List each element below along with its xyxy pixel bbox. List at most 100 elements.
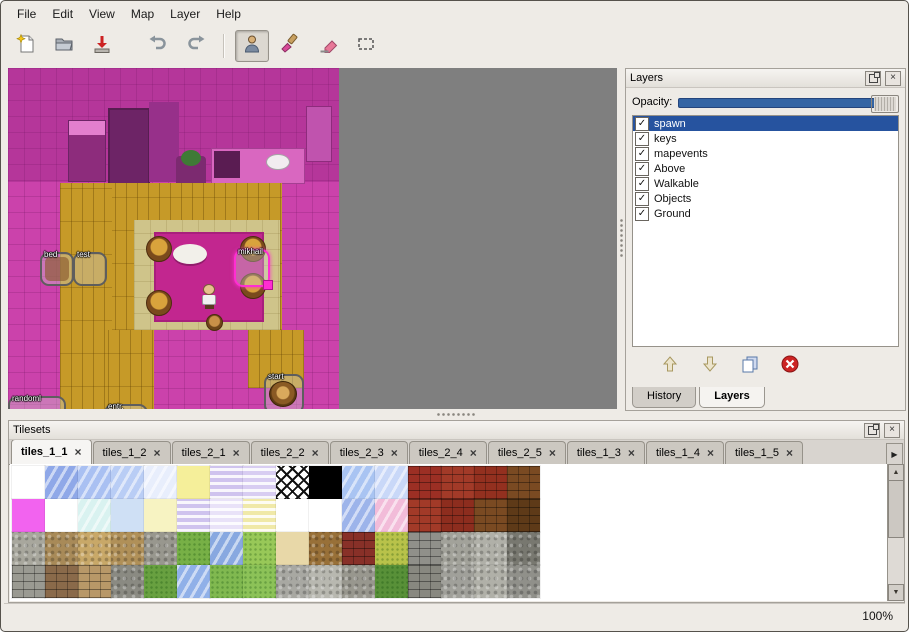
tileset-tile[interactable] — [177, 499, 210, 532]
splitter-grip[interactable] — [436, 412, 476, 417]
duplicate-layer-button[interactable] — [736, 352, 764, 380]
tileset-tile[interactable] — [408, 466, 441, 499]
close-panel-button[interactable]: × — [884, 423, 900, 438]
tileset-tile[interactable] — [474, 499, 507, 532]
tileset-tile[interactable] — [441, 466, 474, 499]
scrollbar-thumb[interactable] — [888, 480, 904, 538]
tileset-tile[interactable] — [375, 565, 408, 598]
scroll-up-button[interactable]: ▲ — [888, 464, 904, 481]
scroll-down-button[interactable]: ▼ — [888, 584, 904, 601]
tileset-tile[interactable] — [177, 565, 210, 598]
eraser-tool-button[interactable] — [311, 30, 345, 62]
tileset-tile[interactable] — [45, 532, 78, 565]
tab-scroll-right-button[interactable]: ▶ — [886, 443, 903, 465]
tileset-tab-tiles_1_4[interactable]: tiles_1_4× — [646, 441, 724, 464]
tileset-tile[interactable] — [243, 466, 276, 499]
tileset-tab-tiles_2_2[interactable]: tiles_2_2× — [251, 441, 329, 464]
tab-close-icon[interactable]: × — [628, 447, 635, 459]
tileset-tile[interactable] — [441, 499, 474, 532]
tileset-tab-tiles_2_4[interactable]: tiles_2_4× — [409, 441, 487, 464]
tileset-tile[interactable] — [375, 499, 408, 532]
tileset-tile[interactable] — [243, 499, 276, 532]
tileset-tile[interactable] — [507, 532, 540, 565]
tileset-tile[interactable] — [309, 499, 342, 532]
tileset-tile[interactable] — [474, 565, 507, 598]
layer-list[interactable]: ✓spawn✓keys✓mapevents✓Above✓Walkable✓Obj… — [632, 115, 899, 347]
tileset-tile[interactable] — [12, 565, 45, 598]
tileset-tile[interactable] — [309, 565, 342, 598]
map-object-test[interactable]: test — [73, 252, 107, 286]
layer-visibility-checkbox[interactable]: ✓ — [635, 132, 649, 146]
tileset-tile[interactable] — [78, 532, 111, 565]
tab-close-icon[interactable]: × — [470, 447, 477, 459]
map-canvas[interactable]: bed test mikhail start entr. randoml — [8, 68, 617, 409]
tileset-tile[interactable] — [342, 466, 375, 499]
layer-row[interactable]: ✓mapevents — [633, 146, 898, 161]
brush-tool-button[interactable] — [273, 30, 307, 62]
tileset-tile[interactable] — [276, 532, 309, 565]
opacity-slider-track[interactable] — [678, 98, 875, 108]
tab-history[interactable]: History — [632, 387, 696, 408]
tileset-tile[interactable] — [441, 565, 474, 598]
undo-button[interactable] — [141, 30, 175, 62]
float-panel-button[interactable] — [864, 423, 880, 438]
tileset-view[interactable] — [10, 464, 903, 601]
tileset-tile[interactable] — [45, 499, 78, 532]
tileset-tile[interactable] — [408, 499, 441, 532]
tileset-tile[interactable] — [111, 565, 144, 598]
menu-item-layer[interactable]: Layer — [162, 4, 208, 24]
select-tool-button[interactable] — [349, 30, 383, 62]
map-object-mikhail[interactable]: mikhail — [234, 249, 270, 287]
raise-layer-button[interactable] — [656, 352, 684, 380]
tileset-tile[interactable] — [144, 499, 177, 532]
tileset-tab-tiles_2_1[interactable]: tiles_2_1× — [172, 441, 250, 464]
tileset-tab-tiles_1_3[interactable]: tiles_1_3× — [567, 441, 645, 464]
tileset-tile[interactable] — [78, 565, 111, 598]
layer-visibility-checkbox[interactable]: ✓ — [635, 207, 649, 221]
map-object-start[interactable]: start — [264, 374, 304, 409]
tab-close-icon[interactable]: × — [549, 447, 556, 459]
tileset-tab-tiles_1_1[interactable]: tiles_1_1× — [11, 440, 92, 464]
tileset-tile[interactable] — [276, 565, 309, 598]
tab-close-icon[interactable]: × — [74, 446, 81, 458]
menu-item-file[interactable]: File — [9, 4, 44, 24]
tileset-tile[interactable] — [210, 532, 243, 565]
tileset-tile[interactable] — [342, 499, 375, 532]
menu-item-help[interactable]: Help — [208, 4, 249, 24]
tileset-tile[interactable] — [144, 565, 177, 598]
tileset-tile[interactable] — [210, 565, 243, 598]
tab-close-icon[interactable]: × — [154, 447, 161, 459]
menu-item-view[interactable]: View — [81, 4, 123, 24]
tab-close-icon[interactable]: × — [312, 447, 319, 459]
tab-close-icon[interactable]: × — [233, 447, 240, 459]
menu-item-edit[interactable]: Edit — [44, 4, 81, 24]
tileset-tile[interactable] — [309, 532, 342, 565]
tileset-tile[interactable] — [45, 565, 78, 598]
layer-visibility-checkbox[interactable]: ✓ — [635, 147, 649, 161]
opacity-slider-handle[interactable] — [871, 95, 899, 113]
opacity-slider[interactable] — [678, 94, 899, 110]
tileset-tab-tiles_2_5[interactable]: tiles_2_5× — [488, 441, 566, 464]
tileset-tile[interactable] — [210, 466, 243, 499]
tileset-tile[interactable] — [342, 532, 375, 565]
tileset-tile[interactable] — [177, 466, 210, 499]
tileset-tile[interactable] — [408, 565, 441, 598]
delete-layer-button[interactable] — [776, 352, 804, 380]
tileset-tile[interactable] — [408, 532, 441, 565]
tileset-tile[interactable] — [276, 466, 309, 499]
menu-item-map[interactable]: Map — [123, 4, 162, 24]
selection-handle[interactable] — [263, 280, 273, 290]
tileset-tile[interactable] — [111, 532, 144, 565]
layer-row[interactable]: ✓keys — [633, 131, 898, 146]
tileset-tab-tiles_1_2[interactable]: tiles_1_2× — [93, 441, 171, 464]
tab-layers[interactable]: Layers — [699, 387, 764, 408]
tileset-tile[interactable] — [474, 532, 507, 565]
tileset-tile[interactable] — [111, 499, 144, 532]
layer-row[interactable]: ✓spawn — [633, 116, 898, 131]
open-button[interactable] — [47, 30, 81, 62]
tileset-tile[interactable] — [276, 499, 309, 532]
tileset-tile[interactable] — [375, 532, 408, 565]
tileset-tab-tiles_2_3[interactable]: tiles_2_3× — [330, 441, 408, 464]
tileset-tile[interactable] — [507, 466, 540, 499]
object-tool-button[interactable] — [235, 30, 269, 62]
